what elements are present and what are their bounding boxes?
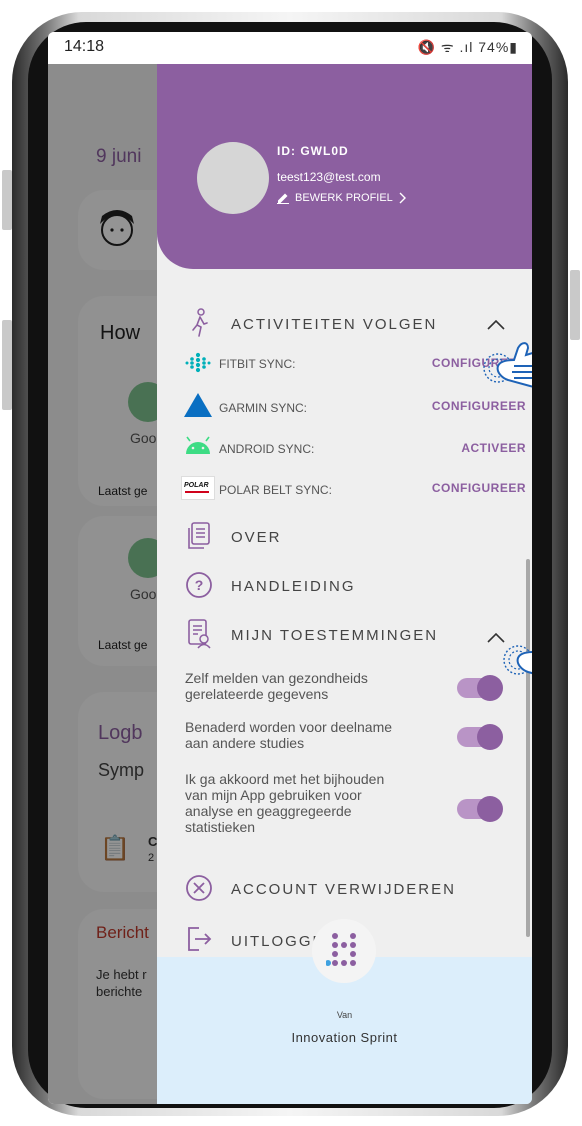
garmin-configure-button[interactable]: CONFIGUREER: [432, 399, 526, 413]
phone-screen: 14:18 🔇 ᯤ .ıl 74%▮ 9 juni How Goo Laatst…: [48, 32, 532, 1104]
status-bar: 14:18 🔇 ᯤ .ıl 74%▮: [48, 32, 532, 64]
menu-item-about[interactable]: OVER: [181, 520, 521, 552]
app-usage-toggle[interactable]: [457, 796, 503, 822]
footer-van: Van: [336, 1010, 353, 1020]
android-activate-button[interactable]: ACTIVEER: [461, 441, 526, 455]
logo-icon: [326, 933, 356, 966]
manual-label: HANDLEIDING: [231, 578, 356, 595]
user-id: ID: GWL0D: [277, 144, 349, 158]
permission-text: Zelf melden van gezondheids gerelateerde…: [185, 670, 368, 702]
pencil-icon: [277, 193, 289, 204]
tap-hand-icon: [483, 342, 532, 388]
permission-text-line: Zelf melden van gezondheids: [185, 670, 368, 686]
about-label: OVER: [231, 529, 282, 546]
menu-item-manual[interactable]: ? HANDLEIDING: [181, 569, 521, 601]
garmin-label: GARMIN SYNC:: [219, 401, 308, 415]
garmin-row: GARMIN SYNC: CONFIGUREER: [181, 392, 526, 420]
walking-icon: [192, 308, 208, 337]
polar-label: POLAR BELT SYNC:: [219, 483, 332, 497]
status-icons: 🔇 ᯤ .ıl 74%▮: [417, 39, 518, 55]
side-button-right: [570, 270, 580, 340]
delete-account-label: ACCOUNT VERWIJDEREN: [231, 881, 456, 898]
footer-company: Innovation Sprint: [291, 1030, 398, 1045]
innovation-sprint-logo: [312, 919, 376, 983]
fitbit-icon: [185, 352, 211, 373]
edit-profile-link[interactable]: BEWERK PROFIEL: [277, 192, 407, 204]
polar-configure-button[interactable]: CONFIGUREER: [432, 481, 526, 495]
chevron-up-icon: [487, 320, 505, 330]
side-button-left-upper: [2, 170, 12, 230]
study-contact-toggle[interactable]: [457, 724, 503, 750]
activities-section-header[interactable]: ACTIVITEITEN VOLGEN: [181, 308, 521, 338]
garmin-icon: [184, 393, 212, 417]
permissions-icon: [188, 619, 211, 649]
logout-icon: [188, 927, 212, 951]
navigation-drawer: ID: GWL0D teest123@test.com BEWERK PROFI…: [157, 64, 532, 1104]
close-circle-icon: [186, 875, 212, 901]
svg-text:?: ?: [195, 577, 204, 593]
help-icon: ?: [186, 572, 212, 598]
permission-text-line: gerelateerde gegevens: [185, 686, 329, 702]
permission-text-line: statistieken: [185, 819, 256, 835]
permission-text-line: analyse en geaggregeerde: [185, 803, 352, 819]
polar-logo-text: POLAR: [184, 482, 209, 489]
avatar: [197, 142, 269, 214]
polar-logo-bar: [185, 491, 209, 493]
permission-text: Ik ga akkoord met het bijhouden van mijn…: [185, 771, 384, 835]
android-row: ANDROID SYNC: ACTIVEER: [181, 434, 526, 460]
permission-item: Zelf melden van gezondheids gerelateerde…: [185, 670, 525, 706]
drawer-scrollbar[interactable]: [526, 559, 530, 937]
polar-logo: POLAR: [181, 476, 215, 500]
permission-item: Ik ga akkoord met het bijhouden van mijn…: [185, 771, 525, 839]
user-email: teest123@test.com: [277, 170, 381, 184]
permission-text-line: aan andere studies: [185, 735, 305, 751]
permission-text-line: van mijn App gebruiken voor: [185, 787, 362, 803]
chevron-right-icon: [399, 192, 406, 204]
toggle-knob: [477, 724, 503, 750]
permissions-section-header[interactable]: MIJN TOESTEMMINGEN: [181, 618, 521, 650]
polar-row: POLAR POLAR BELT SYNC: CONFIGUREER: [181, 474, 526, 502]
permissions-title: MIJN TOESTEMMINGEN: [231, 627, 439, 644]
toggle-knob: [477, 796, 503, 822]
activities-title: ACTIVITEITEN VOLGEN: [231, 316, 438, 333]
edit-profile-label: BEWERK PROFIEL: [295, 192, 393, 204]
drawer-header: ID: GWL0D teest123@test.com BEWERK PROFI…: [157, 64, 532, 269]
android-icon: [186, 436, 210, 454]
health-report-toggle[interactable]: [457, 675, 503, 701]
permission-text-line: Ik ga akkoord met het bijhouden: [185, 771, 385, 787]
status-time: 14:18: [64, 38, 105, 55]
menu-item-delete-account[interactable]: ACCOUNT VERWIJDEREN: [181, 872, 521, 904]
tap-hand-icon: [503, 645, 532, 675]
document-icon: [188, 522, 210, 549]
permission-text: Benaderd worden voor deelname aan andere…: [185, 719, 392, 751]
side-button-left-lower: [2, 320, 12, 410]
permission-item: Benaderd worden voor deelname aan andere…: [185, 719, 525, 755]
fitbit-label: FITBIT SYNC:: [219, 357, 296, 371]
android-label: ANDROID SYNC:: [219, 442, 315, 456]
fitbit-row: FITBIT SYNC: CONFIGUREER: [181, 350, 526, 376]
permission-text-line: Benaderd worden voor deelname: [185, 719, 393, 735]
